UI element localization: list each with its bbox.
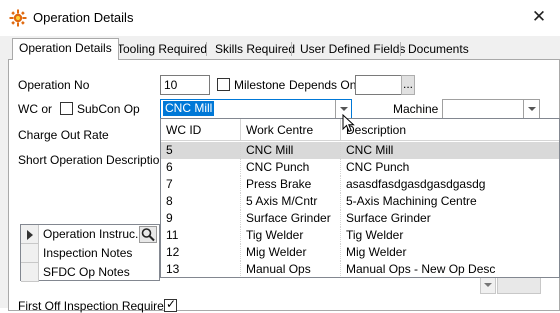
description-cell: 5-Axis Machining Centre bbox=[346, 194, 477, 208]
subcon-checkbox[interactable] bbox=[60, 102, 73, 115]
list-item[interactable]: Operation Instruc... bbox=[21, 225, 159, 244]
tab-operation-details[interactable]: Operation Details bbox=[12, 38, 119, 60]
search-button[interactable] bbox=[139, 226, 157, 243]
row-selector[interactable] bbox=[21, 244, 39, 263]
work-centre-cell: CNC Punch bbox=[241, 159, 341, 176]
work-centre-cell: Press Brake bbox=[241, 176, 341, 193]
close-button[interactable]: ✕ bbox=[526, 5, 552, 29]
work-centre-selected-text: CNC Mill bbox=[163, 101, 215, 116]
work-centre-dropdown-grid[interactable]: WC ID Work Centre Description 5 CNC Mill C… bbox=[160, 118, 560, 278]
list-item[interactable]: Inspection Notes bbox=[21, 244, 159, 263]
table-row[interactable]: 85 Axis M/Cntr 5-Axis Machining Centre bbox=[161, 193, 559, 210]
charge-out-rate-label: Charge Out Rate bbox=[18, 128, 109, 142]
row-selector[interactable] bbox=[21, 225, 39, 244]
notes-list: Operation Instruc... Inspection Notes SF… bbox=[20, 224, 160, 282]
gear-sun-icon bbox=[9, 9, 27, 27]
description-cell: Surface Grinder bbox=[346, 211, 431, 225]
depends-on-browse-button[interactable]: ... bbox=[401, 75, 415, 95]
machine-label: Machine bbox=[393, 102, 439, 116]
list-item[interactable]: SFDC Op Notes bbox=[21, 263, 159, 282]
milestone-label: Milestone bbox=[234, 78, 286, 92]
description-cell: Tig Welder bbox=[346, 228, 404, 242]
description-cell: CNC Mill bbox=[346, 143, 394, 157]
table-row[interactable]: 7 Press Brake asasdfasdgasdgasdgasdg bbox=[161, 176, 559, 193]
subcon-label: SubCon Op bbox=[77, 102, 140, 116]
close-icon: ✕ bbox=[531, 7, 547, 26]
table-row[interactable]: 9 Surface Grinder Surface Grinder bbox=[161, 210, 559, 227]
wc-id-cell: 6 bbox=[161, 159, 241, 176]
list-item-label: SFDC Op Notes bbox=[43, 265, 130, 279]
machine-combo[interactable] bbox=[442, 99, 540, 119]
work-centre-cell: Surface Grinder bbox=[241, 210, 341, 227]
depends-on-input[interactable] bbox=[355, 75, 402, 95]
window-title: Operation Details bbox=[33, 10, 134, 25]
mouse-cursor-icon bbox=[342, 114, 355, 133]
table-row[interactable]: 13 Manual Ops Manual Ops - New Op Desc bbox=[161, 261, 559, 277]
row-selector[interactable] bbox=[21, 263, 39, 282]
wc-id-cell: 13 bbox=[161, 261, 241, 277]
search-icon bbox=[141, 228, 155, 242]
description-cell: CNC Punch bbox=[346, 160, 410, 174]
short-description-label: Short Operation Description bbox=[18, 153, 167, 167]
depends-on-label: Depends On bbox=[289, 78, 357, 92]
milestone-checkbox[interactable] bbox=[217, 78, 230, 91]
operation-no-label: Operation No bbox=[18, 78, 90, 92]
column-header-wc-id[interactable]: WC ID bbox=[161, 119, 241, 141]
first-off-inspection-checkbox[interactable] bbox=[164, 297, 177, 312]
wc-id-cell: 8 bbox=[161, 193, 241, 210]
operation-no-input[interactable]: 10 bbox=[160, 75, 210, 95]
tab-divider bbox=[206, 42, 207, 56]
tab-user-defined-fields[interactable]: User Defined Fields bbox=[293, 39, 412, 59]
first-off-inspection-label: First Off Inspection Required bbox=[18, 299, 171, 313]
grid-header: WC ID Work Centre Description bbox=[161, 119, 559, 141]
wc-or-label: WC or bbox=[18, 102, 52, 116]
wc-id-cell: 11 bbox=[161, 227, 241, 244]
side-panel-button[interactable] bbox=[497, 276, 541, 294]
chevron-down-icon[interactable] bbox=[523, 100, 539, 118]
column-header-description[interactable]: Description bbox=[341, 119, 559, 141]
wc-id-cell: 12 bbox=[161, 244, 241, 261]
tab-tooling-required[interactable]: Tooling Required bbox=[110, 39, 214, 59]
work-centre-cell: 5 Axis M/Cntr bbox=[241, 193, 341, 210]
work-centre-combo[interactable]: CNC Mill bbox=[160, 99, 352, 119]
tab-documents[interactable]: Documents bbox=[401, 39, 476, 59]
table-row[interactable]: 11 Tig Welder Tig Welder bbox=[161, 227, 559, 244]
work-centre-cell: Tig Welder bbox=[241, 227, 341, 244]
description-cell: Mig Welder bbox=[346, 245, 407, 259]
play-icon bbox=[27, 230, 33, 240]
work-centre-cell: Manual Ops bbox=[241, 261, 341, 277]
work-centre-cell: CNC Mill bbox=[241, 142, 341, 159]
table-row[interactable]: 12 Mig Welder Mig Welder bbox=[161, 244, 559, 261]
list-item-label: Inspection Notes bbox=[43, 246, 133, 260]
tab-divider bbox=[291, 42, 292, 56]
wc-id-cell: 5 bbox=[161, 142, 241, 159]
column-header-work-centre[interactable]: Work Centre bbox=[241, 119, 341, 141]
table-row[interactable]: 5 CNC Mill CNC Mill bbox=[161, 142, 559, 159]
description-cell: Manual Ops - New Op Desc bbox=[346, 262, 496, 276]
description-cell: asasdfasdgasdgasdgasdg bbox=[346, 177, 486, 191]
table-row[interactable]: 6 CNC Punch CNC Punch bbox=[161, 159, 559, 176]
wc-id-cell: 7 bbox=[161, 176, 241, 193]
wc-id-cell: 9 bbox=[161, 210, 241, 227]
work-centre-cell: Mig Welder bbox=[241, 244, 341, 261]
scroll-down-button[interactable] bbox=[480, 276, 496, 294]
tab-skills-required[interactable]: Skills Required bbox=[208, 39, 302, 59]
list-item-label: Operation Instruc... bbox=[43, 227, 146, 241]
